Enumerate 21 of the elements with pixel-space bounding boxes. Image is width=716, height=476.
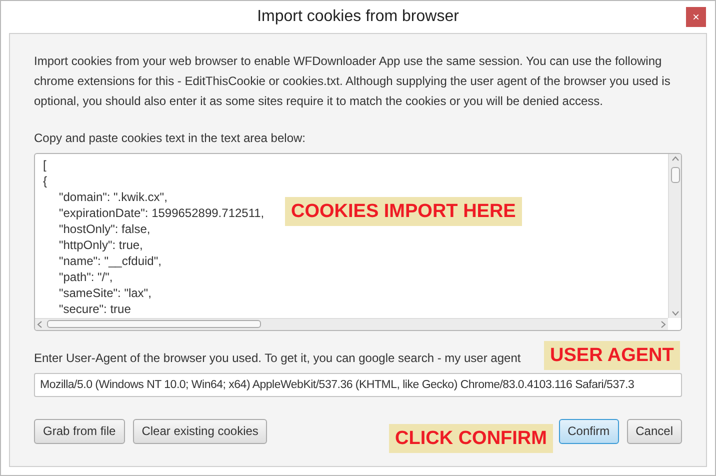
intro-paragraph: Import cookies from your web browser to enable WFDownloader App use the same session. You can use the following chrome extensions for this - EditThisCookie or cookies.txt. Although supplying the user agent of the browser you used is optional, you should also enter it as some sites require it to match the cookies or you will be denied access. <box>34 53 672 110</box>
window-title: Import cookies from browser <box>257 7 459 27</box>
scroll-left-icon[interactable] <box>37 321 42 328</box>
annotation-label: USER AGENT <box>544 341 680 370</box>
annotation-label: COOKIES IMPORT HERE <box>285 197 522 226</box>
dialog-button[interactable]: Clear existing cookies <box>132 419 268 444</box>
scroll-thumb[interactable] <box>47 320 261 328</box>
annotation-label: CLICK CONFIRM <box>389 424 553 453</box>
user-agent-label: Enter User-Agent of the browser you used. To get it, you can google search - my user agent <box>34 351 521 365</box>
scroll-down-icon[interactable] <box>672 311 679 316</box>
close-button[interactable]: × <box>686 7 706 27</box>
vertical-scrollbar[interactable] <box>668 154 681 318</box>
scroll-up-icon[interactable] <box>672 156 679 161</box>
scroll-right-icon[interactable] <box>661 321 666 328</box>
dialog-button[interactable]: Confirm <box>558 419 619 444</box>
cookies-label: Copy and paste cookies text in the text area below: <box>34 131 306 145</box>
dialog-button[interactable]: Grab from file <box>34 419 125 444</box>
scroll-thumb[interactable] <box>671 167 680 183</box>
user-agent-field[interactable]: Mozilla/5.0 (Windows NT 10.0; Win64; x64) AppleWebKit/537.36 (KHTML, like Gecko) Chrome/83.0.4103.116 Safari/537.3 <box>34 373 682 397</box>
horizontal-scrollbar[interactable] <box>35 318 668 330</box>
dialog-button[interactable]: Cancel <box>626 419 682 444</box>
